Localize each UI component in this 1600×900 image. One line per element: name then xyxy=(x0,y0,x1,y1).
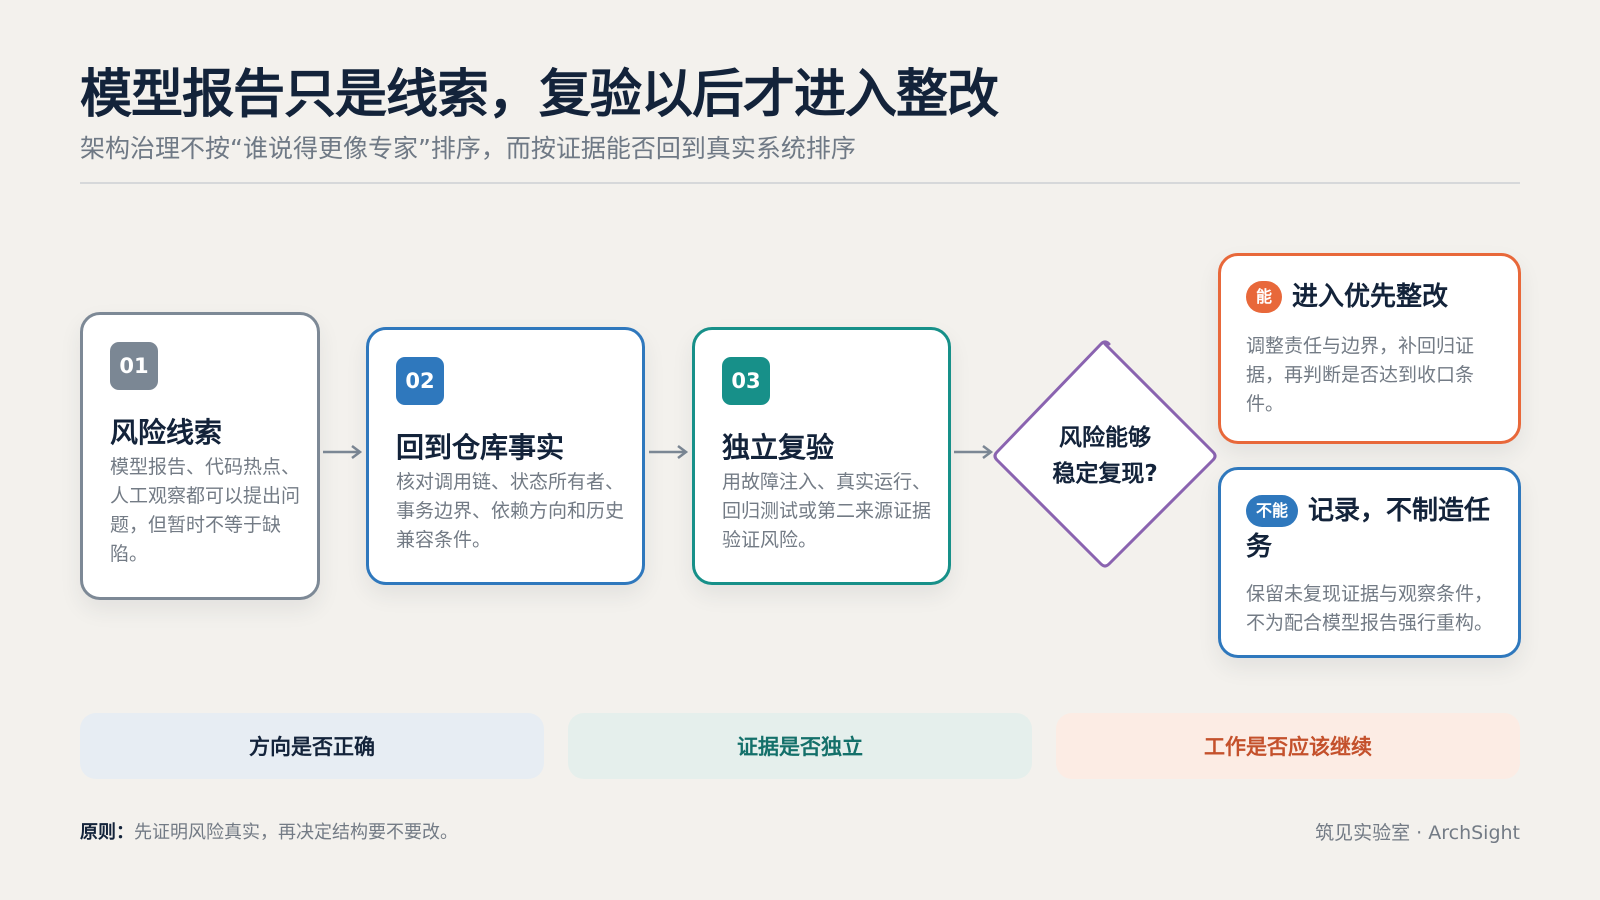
outcome-card-no: 不能 记录，不制造任务 保留未复现证据与观察条件，不为配合模型报告强行重构。 xyxy=(1218,467,1521,658)
footer-brand: 筑见实验室 · ArchSight xyxy=(1315,822,1520,844)
criteria-pill-direction: 方向是否正确 xyxy=(80,713,544,779)
flow-arrow-1 xyxy=(323,445,363,459)
step-number-badge: 03 xyxy=(722,357,770,405)
outcome-header: 能进入优先整改 xyxy=(1246,278,1506,315)
step-card-risk-clue: 01 风险线索 模型报告、代码热点、人工观察都可以提出问题，但暂时不等于缺陷。 xyxy=(80,312,320,600)
outcome-title: 进入优先整改 xyxy=(1292,281,1449,312)
page-subtitle: 架构治理不按“谁说得更像专家”排序，而按证据能否回到真实系统排序 xyxy=(80,134,856,163)
step-title: 风险线索 xyxy=(110,416,223,449)
outcome-card-yes: 能进入优先整改 调整责任与边界，补回归证据，再判断是否达到收口条件。 xyxy=(1218,253,1521,444)
step-card-repo-facts: 02 回到仓库事实 核对调用链、状态所有者、事务边界、依赖方向和历史兼容条件。 xyxy=(366,327,645,585)
outcome-badge-no: 不能 xyxy=(1246,494,1299,527)
outcome-description: 调整责任与边界，补回归证据，再判断是否达到收口条件。 xyxy=(1246,335,1475,415)
outcome-header: 不能 记录，不制造任务 xyxy=(1246,492,1506,565)
outcome-badge-yes: 能 xyxy=(1246,280,1283,313)
page-title: 模型报告只是线索，复验以后才进入整改 xyxy=(80,65,999,125)
principle-label: 原则： xyxy=(80,822,134,843)
footer-principle: 原则：先证明风险真实，再决定结构要不要改。 xyxy=(80,818,458,844)
decision-line-1: 风险能够 xyxy=(1059,425,1151,451)
decision-line-2: 稳定复现? xyxy=(1052,461,1158,487)
header-divider xyxy=(80,182,1520,184)
step-description: 核对调用链、状态所有者、事务边界、依赖方向和历史兼容条件。 xyxy=(396,471,625,551)
step-description: 模型报告、代码热点、人工观察都可以提出问题，但暂时不等于缺陷。 xyxy=(110,456,301,565)
criteria-pill-evidence: 证据是否独立 xyxy=(568,713,1032,779)
outcome-description: 保留未复现证据与观察条件，不为配合模型报告强行重构。 xyxy=(1246,583,1494,634)
step-card-independent-verification: 03 独立复验 用故障注入、真实运行、回归测试或第二来源证据验证风险。 xyxy=(692,327,951,585)
criteria-pill-continue: 工作是否应该继续 xyxy=(1056,713,1520,779)
flow-arrow-2 xyxy=(649,445,689,459)
decision-question: 风险能够 稳定复现? xyxy=(1030,420,1180,492)
step-number-badge: 02 xyxy=(396,357,444,405)
step-title: 回到仓库事实 xyxy=(396,431,565,464)
step-description: 用故障注入、真实运行、回归测试或第二来源证据验证风险。 xyxy=(722,471,932,551)
principle-text: 先证明风险真实，再决定结构要不要改。 xyxy=(134,822,458,843)
step-number-badge: 01 xyxy=(110,342,158,390)
step-title: 独立复验 xyxy=(722,431,835,464)
